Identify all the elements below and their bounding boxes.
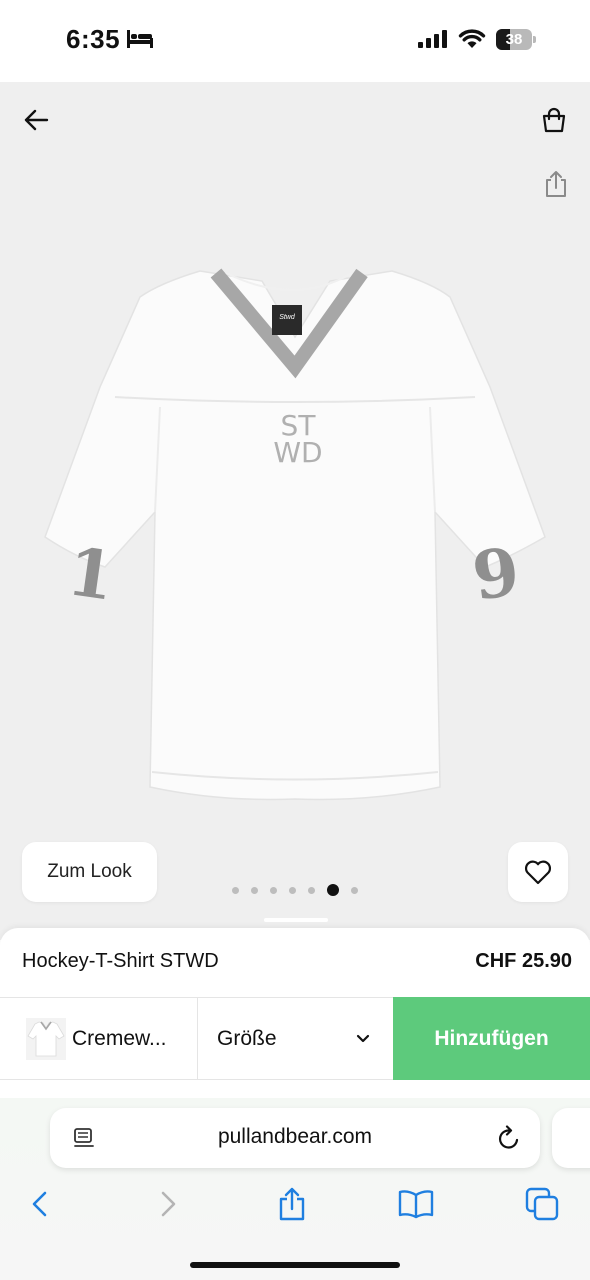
product-name: Hockey-T-Shirt STWD <box>22 950 219 972</box>
product-price: CHF 25.90 <box>475 950 572 972</box>
book-icon <box>398 1190 434 1219</box>
browser-share-button[interactable] <box>272 1184 312 1224</box>
status-bar: 6:35 38 <box>0 0 590 82</box>
battery-level: 38 <box>505 31 523 48</box>
chest-logo-bottom: WD <box>273 436 322 469</box>
browser-forward-button[interactable] <box>148 1184 188 1224</box>
add-to-cart-button[interactable]: Hinzufügen <box>393 997 590 1080</box>
pager-dot[interactable] <box>251 886 258 894</box>
next-tab-address-bar[interactable] <box>552 1108 590 1168</box>
pager-dot-active[interactable] <box>327 884 339 896</box>
neck-label-text: Stwd <box>279 314 296 321</box>
arrow-left-icon <box>24 109 49 131</box>
shirt-body-shape <box>44 270 546 801</box>
pager-dot[interactable] <box>308 886 315 894</box>
sleep-focus-icon <box>127 30 153 48</box>
browser-toolbar: pullandbear.com <box>0 1098 590 1280</box>
color-selector[interactable]: Cremew... <box>0 998 198 1080</box>
pager-dot[interactable] <box>289 886 296 894</box>
heart-icon <box>524 860 552 885</box>
chevron-left-icon <box>32 1191 47 1217</box>
sheet-drag-handle[interactable] <box>264 918 328 922</box>
battery-indicator: 38 <box>496 29 536 50</box>
left-sleeve-number: 1 <box>63 532 119 616</box>
product-image-gallery[interactable]: Stwd ST WD 1 9 Zum Look <box>0 82 590 940</box>
chevron-down-icon <box>356 1034 370 1043</box>
reload-icon[interactable] <box>496 1124 522 1152</box>
browser-tabs-button[interactable] <box>522 1184 562 1224</box>
share-icon <box>546 171 566 197</box>
tabs-icon <box>525 1187 559 1221</box>
home-indicator[interactable] <box>190 1262 400 1268</box>
zum-look-button[interactable]: Zum Look <box>22 842 157 902</box>
chevron-right-icon <box>161 1191 176 1217</box>
color-label: Cremew... <box>72 1027 167 1050</box>
pager-dot[interactable] <box>270 886 277 894</box>
share-product-button[interactable] <box>536 164 576 204</box>
product-image[interactable]: Stwd ST WD 1 9 <box>40 267 550 807</box>
back-button[interactable] <box>16 102 56 138</box>
size-label: Größe <box>217 1027 277 1050</box>
status-time: 6:35 <box>66 24 121 54</box>
cellular-signal-icon <box>418 30 447 48</box>
color-swatch-thumbnail <box>26 1018 66 1060</box>
product-options-row: Cremew... Größe Hinzufügen <box>0 997 590 1080</box>
address-bar[interactable]: pullandbear.com <box>50 1108 540 1168</box>
browser-bookmarks-button[interactable] <box>396 1184 436 1224</box>
wifi-icon <box>458 29 486 48</box>
product-info-sheet: Hockey-T-Shirt STWD CHF 25.90 Cremew... … <box>0 928 590 1098</box>
pager-dot[interactable] <box>351 886 358 894</box>
image-pager-dots <box>232 883 358 897</box>
shopping-bag-button[interactable] <box>534 102 574 138</box>
browser-nav-row <box>0 1184 590 1224</box>
page-menu-icon[interactable] <box>72 1126 96 1150</box>
battery-body: 38 <box>496 29 532 50</box>
battery-cap <box>533 36 536 43</box>
pager-dot[interactable] <box>232 886 239 894</box>
favorite-button[interactable] <box>508 842 568 902</box>
browser-back-button[interactable] <box>20 1184 60 1224</box>
url-text[interactable]: pullandbear.com <box>110 1125 480 1149</box>
share-icon <box>279 1187 305 1221</box>
shopping-bag-icon <box>542 107 566 133</box>
size-selector[interactable]: Größe <box>198 998 393 1080</box>
